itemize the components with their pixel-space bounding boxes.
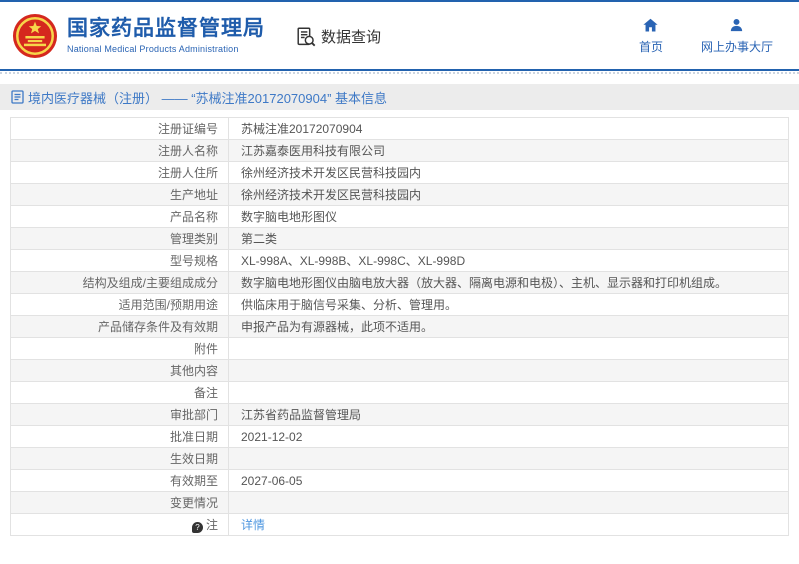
site-header: 国家药品监督管理局 National Medical Products Admi… — [0, 2, 799, 69]
row-value — [228, 381, 789, 404]
table-row: 管理类别 第二类 — [10, 227, 789, 250]
row-value — [228, 491, 789, 514]
table-row: 生产地址 徐州经济技术开发区民营科技园内 — [10, 183, 789, 206]
row-value: 详情 — [228, 513, 789, 536]
row-label: 适用范围/预期用途 — [10, 293, 229, 316]
table-row: ? 注详情 — [10, 513, 789, 536]
table-row: 备注 — [10, 381, 789, 404]
row-value: XL-998A、XL-998B、XL-998C、XL-998D — [228, 249, 789, 272]
home-icon — [643, 18, 659, 32]
data-query-label: 数据查询 — [321, 29, 382, 46]
nav-home[interactable]: 首页 — [627, 17, 675, 55]
row-value: 江苏省药品监督管理局 — [228, 403, 789, 426]
table-row: 批准日期 2021-12-02 — [10, 425, 789, 448]
breadcrumb: 境内医疗器械（注册） —— “苏械注准20172070904” 基本信息 — [0, 84, 799, 110]
row-value: 申报产品为有源器械，此项不适用。 — [228, 315, 789, 338]
table-row: 产品名称 数字脑电地形图仪 — [10, 205, 789, 228]
row-label: 注册人住所 — [10, 161, 229, 184]
row-label: 产品储存条件及有效期 — [10, 315, 229, 338]
row-value: 2021-12-02 — [228, 425, 789, 448]
table-row: 注册人住所 徐州经济技术开发区民营科技园内 — [10, 161, 789, 184]
row-value: 徐州经济技术开发区民营科技园内 — [228, 161, 789, 184]
nav-service-hall-label: 网上办事大厅 — [700, 39, 773, 54]
row-value — [228, 359, 789, 382]
row-label: 结构及组成/主要组成成分 — [10, 271, 229, 294]
row-label: 注册人名称 — [10, 139, 229, 162]
agency-name-en: National Medical Products Administration — [67, 44, 239, 54]
top-nav: 首页 网上办事大厅 — [627, 17, 781, 55]
table-row: 生效日期 — [10, 447, 789, 470]
header-dotted-divider — [0, 72, 799, 77]
table-row: 型号规格 XL-998A、XL-998B、XL-998C、XL-998D — [10, 249, 789, 272]
user-icon — [731, 18, 743, 31]
registration-info-table-body: 注册证编号 苏械注准20172070904 注册人名称 江苏嘉泰医用科技有限公司 注册人… — [10, 117, 789, 536]
row-label: 备注 — [10, 381, 229, 404]
row-value: 徐州经济技术开发区民营科技园内 — [228, 183, 789, 206]
header-rule — [0, 69, 799, 71]
table-row: 注册人名称 江苏嘉泰医用科技有限公司 — [10, 139, 789, 162]
row-label: 生效日期 — [10, 447, 229, 470]
nav-service-hall[interactable]: 网上办事大厅 — [701, 17, 773, 55]
row-value: 第二类 — [228, 227, 789, 250]
row-label: 产品名称 — [10, 205, 229, 228]
row-value: 数字脑电地形图仪 — [228, 205, 789, 228]
row-value: 苏械注准20172070904 — [228, 117, 789, 140]
registration-info-table: 注册证编号 苏械注准20172070904 注册人名称 江苏嘉泰医用科技有限公司 注册人… — [10, 117, 789, 536]
row-label: 批准日期 — [10, 425, 229, 448]
row-label: 有效期至 — [10, 469, 229, 492]
detail-link[interactable]: 详情 — [241, 518, 265, 532]
row-label: 注册证编号 — [10, 117, 229, 140]
row-label: 其他内容 — [10, 359, 229, 382]
data-query-section[interactable]: 数据查询 — [295, 26, 381, 48]
table-row: 审批部门 江苏省药品监督管理局 — [10, 403, 789, 426]
row-value — [228, 337, 789, 360]
row-label: 型号规格 — [10, 249, 229, 272]
table-row: 其他内容 — [10, 359, 789, 382]
row-label: 审批部门 — [10, 403, 229, 426]
nav-home-label: 首页 — [638, 39, 663, 54]
note-icon: ? — [191, 522, 203, 533]
row-label: 变更情况 — [10, 491, 229, 514]
row-value — [228, 447, 789, 470]
table-row: 注册证编号 苏械注准20172070904 — [10, 117, 789, 140]
document-search-icon — [297, 27, 316, 46]
document-icon — [11, 90, 24, 104]
table-row: 结构及组成/主要组成成分 数字脑电地形图仪由脑电放大器（放大器、隔离电源和电极）、… — [10, 271, 789, 294]
table-row: 产品储存条件及有效期 申报产品为有源器械，此项不适用。 — [10, 315, 789, 338]
row-label: 附件 — [10, 337, 229, 360]
national-emblem-logo — [12, 13, 58, 58]
agency-name: 国家药品监督管理局 National Medical Products Admi… — [67, 17, 265, 54]
row-value: 2027-06-05 — [228, 469, 789, 492]
agency-brand: 国家药品监督管理局 National Medical Products Admi… — [12, 13, 265, 59]
table-row: 适用范围/预期用途 供临床用于脑信号采集、分析、管理用。 — [10, 293, 789, 316]
agency-name-cn: 国家药品监督管理局 — [67, 17, 265, 40]
row-label: ? 注 — [10, 513, 229, 536]
row-value: 供临床用于脑信号采集、分析、管理用。 — [228, 293, 789, 316]
breadcrumb-text: 境内医疗器械（注册） —— “苏械注准20172070904” 基本信息 — [28, 90, 388, 106]
row-label: 管理类别 — [10, 227, 229, 250]
row-label: 生产地址 — [10, 183, 229, 206]
table-row: 变更情况 — [10, 491, 789, 514]
table-row: 有效期至 2027-06-05 — [10, 469, 789, 492]
row-value: 江苏嘉泰医用科技有限公司 — [228, 139, 789, 162]
row-value: 数字脑电地形图仪由脑电放大器（放大器、隔离电源和电极）、主机、显示器和打印机组成… — [228, 271, 789, 294]
table-row: 附件 — [10, 337, 789, 360]
